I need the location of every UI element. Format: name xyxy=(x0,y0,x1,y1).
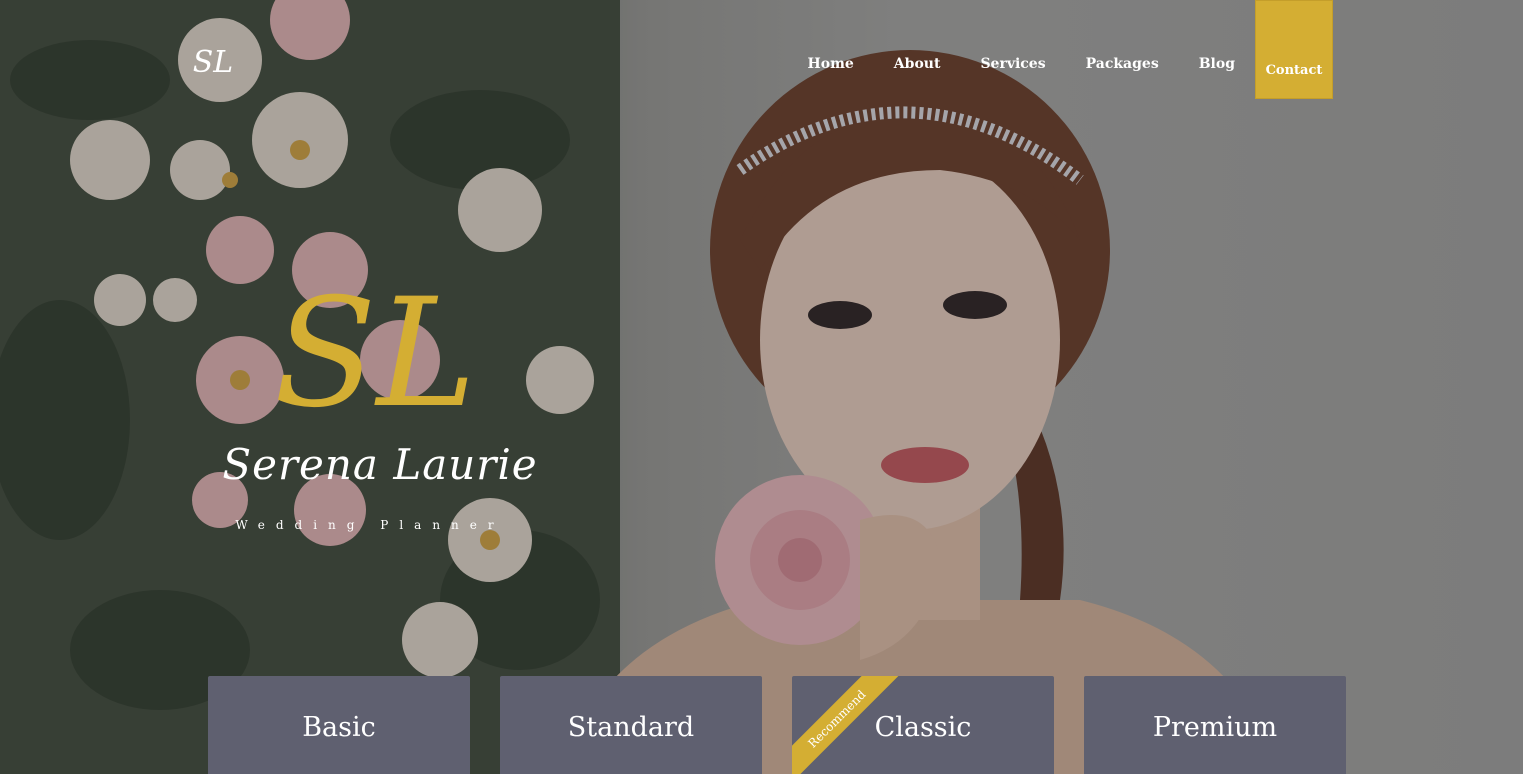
brand-name: Serena Laurie xyxy=(222,440,538,489)
brand-monogram-logo: SL xyxy=(274,267,476,441)
package-title: Standard xyxy=(567,712,695,743)
hero-overlay xyxy=(0,0,1523,774)
hero-background xyxy=(0,0,1523,774)
package-title: Classic xyxy=(874,712,972,743)
nav-packages[interactable]: Packages xyxy=(1086,56,1159,72)
nav-services[interactable]: Services xyxy=(980,56,1045,72)
mini-logo[interactable]: SL xyxy=(190,40,236,86)
nav-contact-button[interactable]: Contact xyxy=(1255,0,1333,99)
nav-contact-label: Contact xyxy=(1265,63,1323,78)
nav-home[interactable]: Home xyxy=(808,56,854,72)
package-card-standard[interactable]: Standard xyxy=(500,676,762,774)
package-card-basic[interactable]: Basic xyxy=(208,676,470,774)
package-title: Basic xyxy=(302,712,376,743)
brand-monogram-text: SL xyxy=(274,267,476,441)
nav-about[interactable]: About xyxy=(894,56,941,72)
brand-tagline: Wedding Planner xyxy=(235,518,505,532)
package-card-classic[interactable]: Recommend Classic xyxy=(792,676,1054,774)
package-card-premium[interactable]: Premium xyxy=(1084,676,1346,774)
nav-blog[interactable]: Blog xyxy=(1199,56,1235,72)
package-cards: Basic Standard Recommend Classic Premium xyxy=(208,676,1346,774)
package-title: Premium xyxy=(1152,712,1278,743)
main-nav: Home About Services Packages Blog Contac… xyxy=(768,0,1333,99)
